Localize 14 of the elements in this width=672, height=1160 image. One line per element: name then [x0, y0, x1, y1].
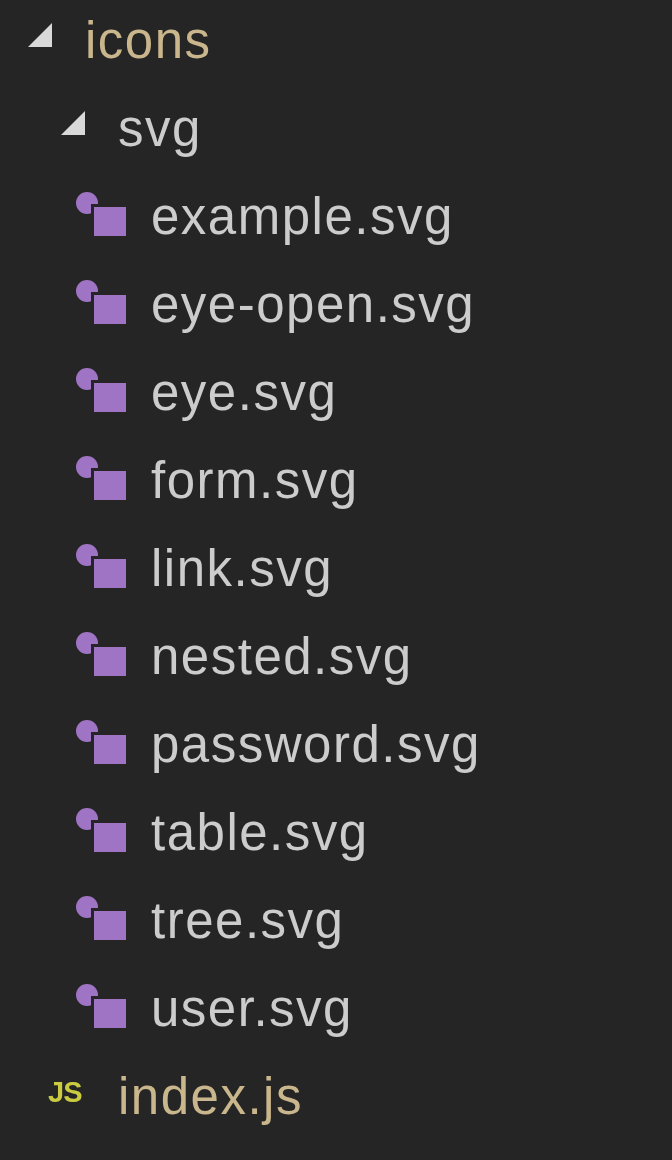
folder-label[interactable]: icons — [85, 14, 212, 66]
shapes-icon — [76, 368, 126, 412]
shapes-icon — [76, 544, 126, 588]
shapes-icon — [76, 280, 126, 324]
shapes-icon — [76, 896, 126, 940]
shapes-icon — [76, 456, 126, 500]
js-file-icon: JS — [48, 1077, 88, 1107]
shapes-icon — [76, 632, 126, 676]
shapes-icon — [76, 808, 126, 852]
shapes-icon — [76, 984, 126, 1028]
caret-icon[interactable] — [28, 23, 52, 47]
shapes-icon — [76, 192, 126, 236]
shapes-icon — [76, 720, 126, 764]
caret-icon[interactable] — [61, 111, 85, 135]
